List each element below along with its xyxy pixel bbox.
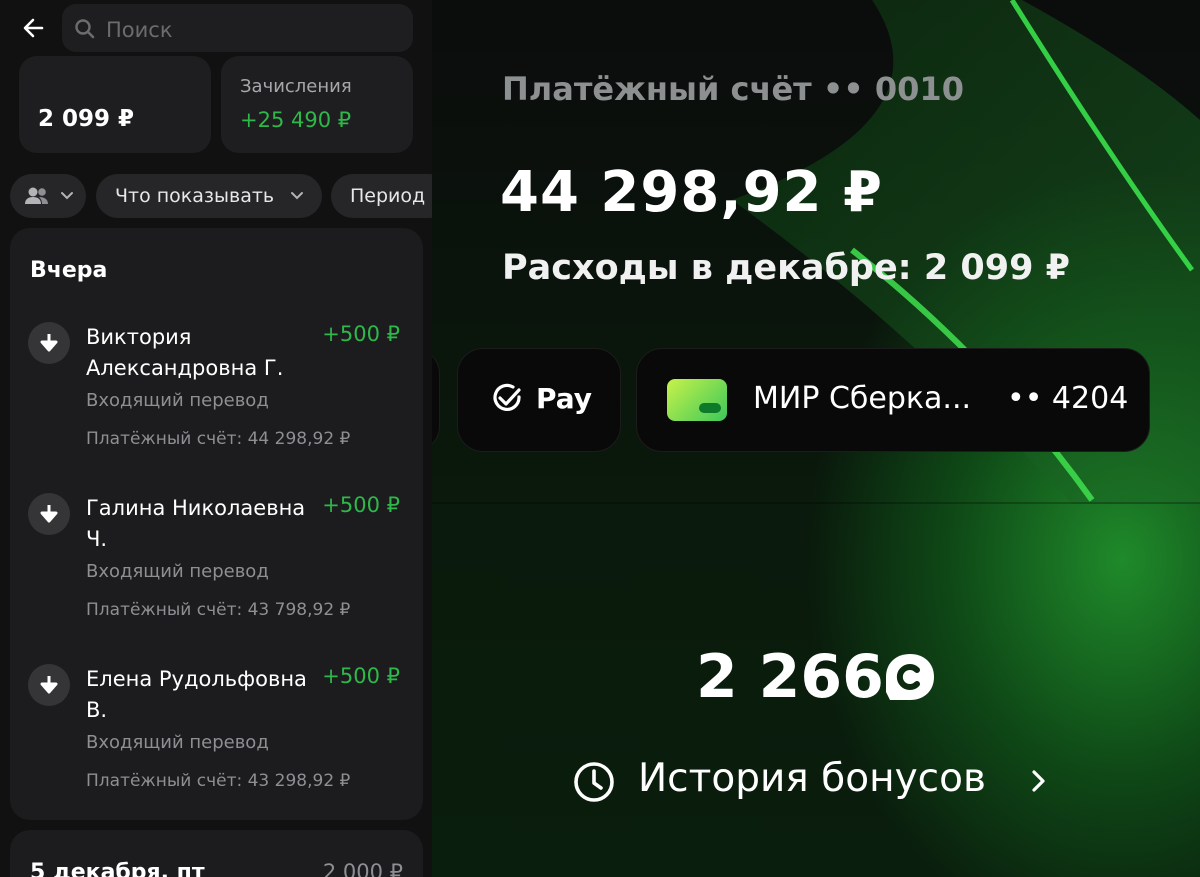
- chevron-right-icon: [1032, 770, 1045, 792]
- incoming-transfer-icon: [28, 664, 70, 706]
- transaction-name: Елена Рудольфовна В.: [86, 667, 307, 722]
- transaction-type: Входящий перевод: [86, 561, 269, 582]
- account-title[interactable]: Платёжный счёт •• 0010: [502, 70, 964, 108]
- day-header: 5 декабря, пт: [30, 860, 205, 877]
- chevron-down-icon: [291, 192, 303, 200]
- card-number: •• 4204: [1007, 381, 1129, 416]
- transactions-group-yesterday: Вчера Виктория Александровна Г. +500 ₽ В…: [10, 228, 423, 820]
- day-total: 2 000 ₽: [322, 860, 403, 877]
- transaction-name: Галина Николаевна Ч.: [86, 496, 306, 551]
- transaction-account: Платёжный счёт: 43 798,92 ₽: [86, 600, 351, 620]
- transaction-amount: +500 ₽: [322, 664, 400, 688]
- pay-label: Pay: [536, 382, 593, 415]
- account-detail-panel: Платёжный счёт •• 0010 44 298,92 ₽ Расхо…: [432, 0, 1200, 877]
- check-circle-icon: [493, 383, 521, 411]
- section-divider: [432, 502, 1200, 504]
- back-button[interactable]: [20, 14, 48, 42]
- day-header: Вчера: [30, 258, 108, 283]
- search-placeholder: Поиск: [106, 18, 173, 42]
- transaction-account: Платёжный счёт: 43 298,92 ₽: [86, 771, 351, 791]
- transaction-amount: +500 ₽: [322, 493, 400, 517]
- card-selector[interactable]: МИР Сберка... •• 4204: [636, 348, 1150, 452]
- pay-button[interactable]: Pay: [457, 348, 621, 452]
- search-icon: [75, 19, 95, 39]
- show-filter-label: Что показывать: [115, 185, 275, 207]
- transaction-item[interactable]: Виктория Александровна Г. +500 ₽ Входящи…: [28, 322, 408, 472]
- incoming-transfer-icon: [28, 493, 70, 535]
- bonus-history-label: История бонусов: [638, 756, 986, 801]
- expenses-tile[interactable]: 2 099 ₽: [19, 56, 211, 153]
- sber-bonus-icon: [886, 654, 934, 700]
- show-filter-chip[interactable]: Что показывать: [96, 174, 322, 218]
- income-amount: +25 490 ₽: [240, 108, 352, 132]
- transaction-amount: +500 ₽: [322, 322, 400, 346]
- people-filter-chip[interactable]: [10, 174, 86, 218]
- chevron-down-icon: [61, 192, 73, 200]
- operations-panel: Поиск 2 099 ₽ Зачисления +25 490 ₽ Что п…: [0, 0, 432, 877]
- account-balance: 44 298,92 ₽: [500, 160, 883, 225]
- card-thumbnail: [667, 379, 727, 421]
- transaction-account: Платёжный счёт: 44 298,92 ₽: [86, 429, 351, 449]
- transaction-name: Виктория Александровна Г.: [86, 325, 284, 380]
- bonus-amount: 2 266: [696, 642, 884, 712]
- income-label: Зачисления: [240, 76, 352, 97]
- transaction-type: Входящий перевод: [86, 732, 269, 753]
- transaction-type: Входящий перевод: [86, 390, 269, 411]
- period-filter-label: Период: [350, 185, 426, 207]
- transaction-item[interactable]: Галина Николаевна Ч. +500 ₽ Входящий пер…: [28, 493, 408, 643]
- expenses-amount: 2 099 ₽: [38, 106, 135, 132]
- arrow-left-icon: [23, 18, 44, 38]
- period-filter-chip[interactable]: Период: [331, 174, 432, 218]
- monthly-expenses[interactable]: Расходы в декабре: 2 099 ₽: [502, 248, 1070, 288]
- transactions-group-dec5[interactable]: 5 декабря, пт 2 000 ₽: [10, 830, 423, 877]
- clock-icon: [574, 762, 614, 802]
- people-icon: [25, 187, 48, 204]
- card-name: МИР Сберка...: [753, 381, 972, 416]
- income-tile[interactable]: Зачисления +25 490 ₽: [221, 56, 413, 153]
- search-input[interactable]: Поиск: [62, 4, 413, 52]
- incoming-transfer-icon: [28, 322, 70, 364]
- transaction-item[interactable]: Елена Рудольфовна В. +500 ₽ Входящий пер…: [28, 664, 408, 814]
